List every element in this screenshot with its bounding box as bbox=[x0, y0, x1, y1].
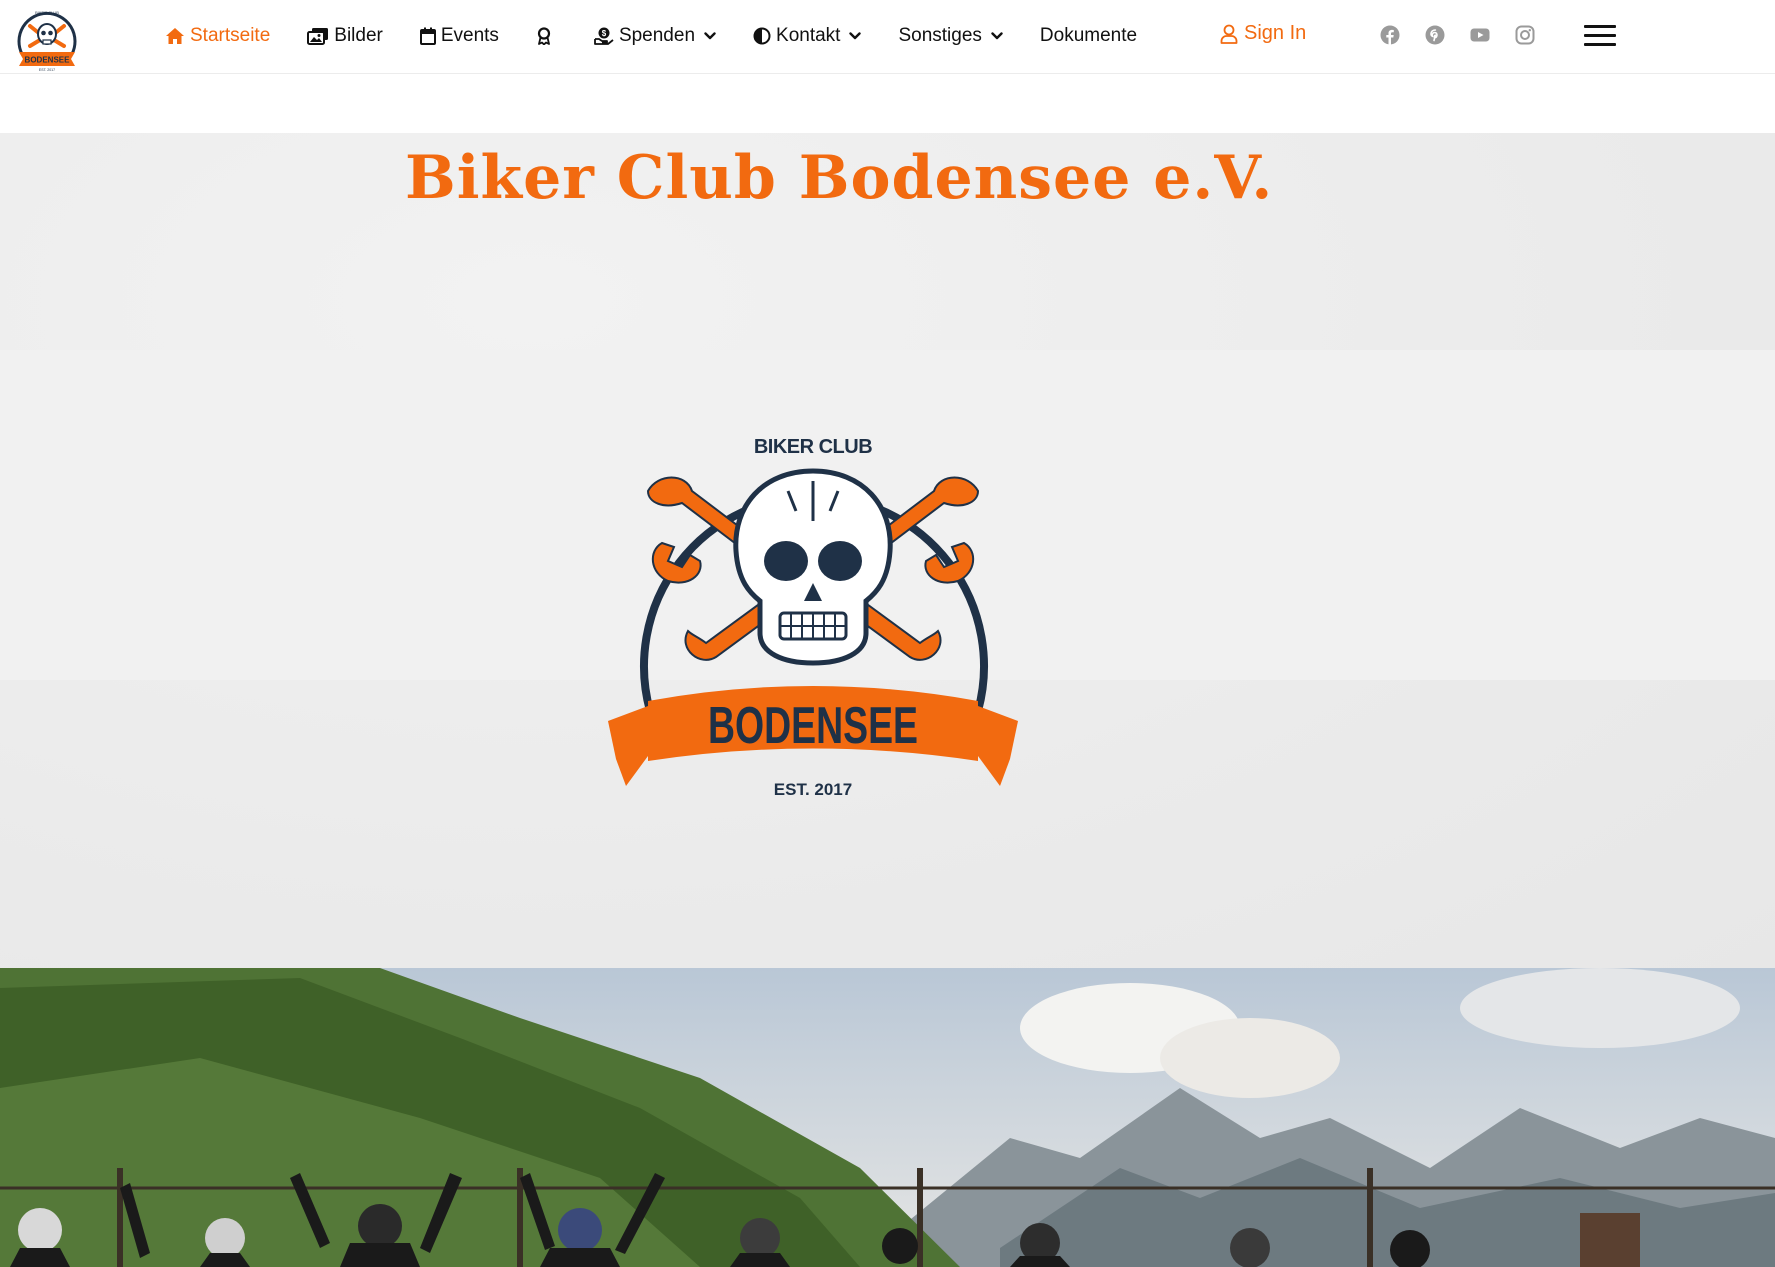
chevron-down-icon bbox=[849, 32, 862, 40]
logo-top-text: BIKER CLUB bbox=[754, 436, 872, 458]
social-links bbox=[1380, 25, 1535, 45]
nav-item-bilder[interactable]: Bilder bbox=[307, 25, 383, 47]
svg-text:$: $ bbox=[602, 29, 607, 38]
hamburger-menu-button[interactable] bbox=[1584, 25, 1616, 47]
logo-banner-text: BODENSEE bbox=[708, 697, 918, 755]
instagram-icon[interactable] bbox=[1515, 25, 1535, 45]
chevron-down-icon bbox=[991, 32, 1003, 40]
nav-item-sonstiges[interactable]: Sonstiges bbox=[898, 25, 1003, 47]
club-logo: BIKER CLUB BODENSEE EST. 2017 bbox=[608, 436, 1018, 799]
hamburger-line bbox=[1584, 34, 1616, 37]
images-icon bbox=[307, 28, 329, 45]
facebook-icon[interactable] bbox=[1380, 25, 1400, 45]
hero-title: Biker Club Bodensee e.V. bbox=[405, 143, 1274, 213]
nav-item-label: Spenden bbox=[618, 25, 696, 46]
main-nav: Startseite Bilder Events $ Spenden Konta… bbox=[165, 0, 1174, 72]
chevron-down-icon bbox=[704, 32, 716, 40]
logo-small-est-text: EST. 2017 bbox=[39, 68, 55, 72]
hamburger-line bbox=[1584, 25, 1616, 28]
nav-item-events[interactable]: Events bbox=[419, 25, 499, 47]
nav-item-label: Kontakt bbox=[776, 25, 841, 46]
nav-item-label: Sonstiges bbox=[898, 25, 982, 46]
award-icon bbox=[537, 27, 551, 45]
calendar-icon bbox=[419, 27, 436, 45]
pinterest-icon[interactable] bbox=[1425, 25, 1445, 45]
nav-item-award[interactable] bbox=[536, 27, 557, 45]
logo-small-top-text: BIKER CLUB bbox=[35, 10, 59, 15]
logo-est-text: EST. 2017 bbox=[774, 780, 852, 799]
site-logo[interactable]: BIKER CLUB BODENSEE EST. 2017 bbox=[10, 0, 84, 74]
youtube-icon[interactable] bbox=[1470, 25, 1490, 45]
nav-item-spenden[interactable]: $ Spenden bbox=[594, 25, 716, 47]
logo-small-banner-text: BODENSEE bbox=[25, 56, 71, 65]
site-header: BIKER CLUB BODENSEE EST. 2017 Startseite… bbox=[0, 0, 1775, 74]
nav-item-kontakt[interactable]: Kontakt bbox=[753, 25, 862, 47]
user-icon bbox=[1220, 24, 1238, 44]
sign-in-link[interactable]: Sign In bbox=[1220, 22, 1306, 45]
nav-item-label: Startseite bbox=[190, 25, 271, 46]
hero-section: Biker Club Bodensee e.V. BIKER CLUB BODE… bbox=[0, 133, 1775, 968]
nav-item-startseite[interactable]: Startseite bbox=[165, 25, 270, 47]
nav-item-label: Events bbox=[440, 25, 499, 46]
contrast-icon bbox=[753, 27, 771, 45]
nav-item-dokumente[interactable]: Dokumente bbox=[1040, 25, 1137, 47]
photo-illustration bbox=[0, 968, 1775, 1267]
hamburger-line bbox=[1584, 43, 1616, 46]
sign-in-label: Sign In bbox=[1244, 22, 1307, 44]
nav-item-label: Dokumente bbox=[1039, 25, 1138, 46]
group-photo bbox=[0, 968, 1775, 1267]
nav-item-label: Bilder bbox=[334, 25, 383, 46]
donate-icon: $ bbox=[594, 27, 614, 45]
home-icon bbox=[166, 28, 184, 44]
